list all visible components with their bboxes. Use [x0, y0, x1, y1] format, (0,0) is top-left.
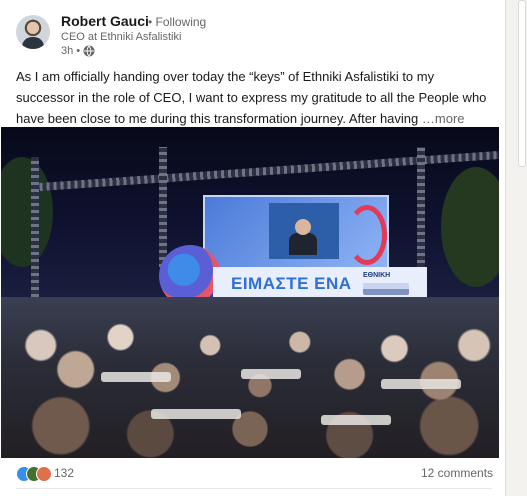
- comments-count[interactable]: 12 comments: [421, 466, 493, 480]
- screen-speaker-frame: [269, 203, 339, 259]
- scrollbar-thumb[interactable]: [518, 0, 526, 167]
- truss-tower-right: [417, 147, 425, 277]
- action-divider: [16, 488, 492, 489]
- dinner-table: [321, 415, 391, 425]
- speaker-head: [295, 219, 311, 235]
- see-more-link[interactable]: …more: [422, 111, 465, 126]
- banner-slogan: ΕΙΜΑΣΤΕ ΕΝΑ: [231, 274, 352, 293]
- dinner-table: [151, 409, 241, 419]
- banner-ship-graphic: [363, 283, 409, 295]
- dinner-table: [241, 369, 301, 379]
- post-image[interactable]: ΕΙΜΑΣΤΕ ΕΝΑ ΕΘΝΙΚΗ: [1, 127, 499, 458]
- banner-logo-text: ΕΘΝΙΚΗ: [363, 272, 391, 279]
- post-time: 3h •: [61, 45, 81, 57]
- author-avatar[interactable]: [16, 15, 50, 49]
- dinner-table: [381, 379, 461, 389]
- feed-post-card: Robert Gauci • Following CEO at Ethniki …: [0, 0, 506, 496]
- truss-tower-left: [159, 147, 167, 267]
- brand-swirl: [347, 205, 387, 265]
- post-text: As I am officially handing over today th…: [16, 66, 496, 129]
- author-name[interactable]: Robert Gauci: [61, 13, 149, 29]
- truss-tower-far-left: [31, 157, 39, 297]
- globe-icon: [83, 45, 95, 57]
- dinner-table: [101, 372, 171, 382]
- author-headline: CEO at Ethniki Asfalistiki: [61, 31, 182, 43]
- post-body-text: As I am officially handing over today th…: [16, 69, 487, 126]
- speaker-figure: [289, 233, 317, 255]
- following-status: • Following: [148, 15, 207, 29]
- love-icon: [36, 466, 52, 482]
- audience-crowd: [1, 297, 499, 458]
- stage-video-screen: [203, 195, 389, 269]
- reaction-count[interactable]: 132: [54, 466, 74, 480]
